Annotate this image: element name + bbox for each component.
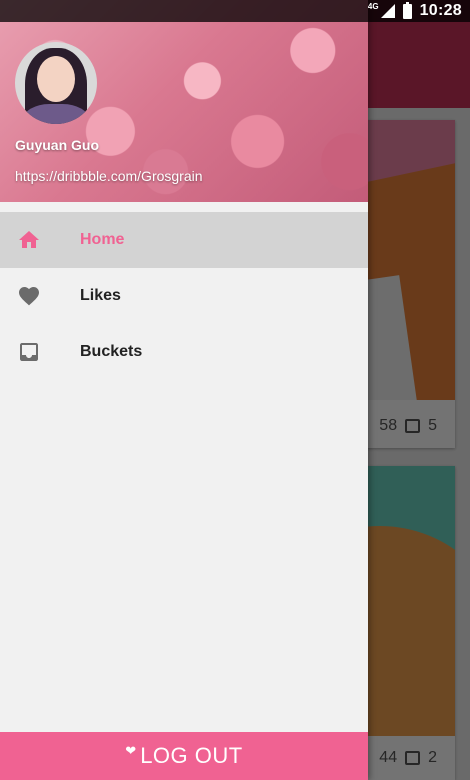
avatar[interactable] [15, 42, 97, 124]
nav-item-likes[interactable]: Likes [0, 268, 368, 324]
heart-icon [19, 287, 39, 306]
user-profile-link[interactable]: https://dribbble.com/Grosgrain [15, 168, 203, 184]
drawer-nav: Home Likes Buckets [0, 212, 368, 380]
nav-item-label: Home [80, 231, 125, 248]
status-bar: 4G 10:28 [0, 0, 470, 22]
heart-icon: ❤ [125, 743, 137, 758]
nav-item-label: Likes [80, 287, 121, 304]
nav-item-home[interactable]: Home [0, 212, 368, 268]
user-name: Guyuan Guo [15, 137, 99, 153]
nav-item-buckets[interactable]: Buckets [0, 324, 368, 380]
home-icon [19, 231, 39, 248]
nav-item-label: Buckets [80, 343, 143, 360]
navigation-drawer: Guyuan Guo https://dribbble.com/Grosgrai… [0, 0, 368, 780]
drawer-header: Guyuan Guo https://dribbble.com/Grosgrai… [0, 0, 368, 202]
status-time: 10:28 [419, 2, 462, 19]
logout-button[interactable]: ❤ LOG OUT [0, 732, 368, 780]
logout-label: LOG OUT [140, 743, 243, 768]
battery-icon [402, 1, 412, 19]
network-type: 4G [367, 1, 379, 11]
inbox-icon [20, 343, 38, 361]
signal-icon [380, 4, 395, 18]
